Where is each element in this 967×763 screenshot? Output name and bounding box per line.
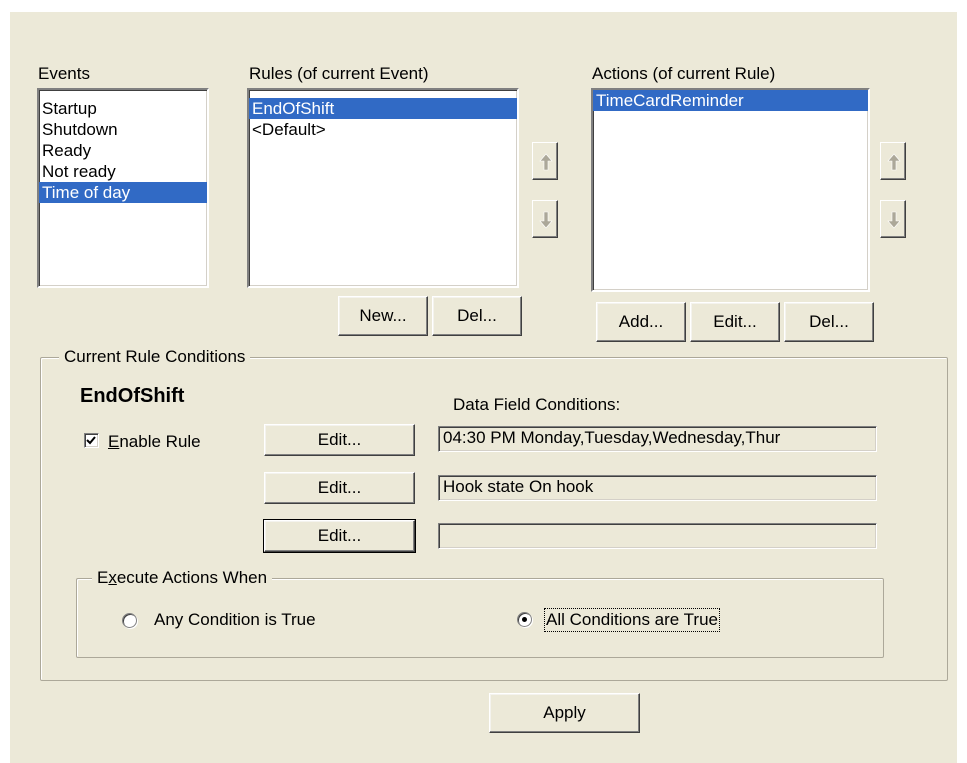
checkmark-icon	[86, 436, 96, 445]
condition-edit-label-3: Edit...	[317, 526, 362, 545]
rule-del-button[interactable]: Del...	[432, 296, 522, 336]
rules-item-endofshift[interactable]: EndOfShift	[249, 98, 517, 119]
enable-rule-checkbox[interactable]	[84, 433, 99, 448]
actions-item-timecardreminder[interactable]: TimeCardReminder	[593, 90, 868, 111]
rule-new-button[interactable]: New...	[338, 296, 428, 336]
execute-actions-label: Execute Actions When	[92, 568, 273, 588]
arrow-up-icon	[887, 153, 901, 171]
any-condition-label[interactable]: Any Condition is True	[154, 610, 316, 630]
rules-item-default[interactable]: <Default>	[249, 119, 517, 140]
action-del-button[interactable]: Del...	[784, 302, 874, 342]
action-move-up-button[interactable]	[880, 142, 906, 180]
rule-del-label: Del...	[457, 306, 497, 325]
apply-label: Apply	[543, 703, 586, 722]
enable-rule-label[interactable]: Enable Rule	[108, 432, 201, 452]
actions-label: Actions (of current Rule)	[592, 64, 776, 83]
events-label: Events	[38, 64, 90, 83]
action-edit-button[interactable]: Edit...	[690, 302, 780, 342]
all-conditions-label[interactable]: All Conditions are True	[544, 608, 720, 632]
execute-label-rest: ecute Actions When	[116, 568, 268, 587]
current-rule-conditions-label: Current Rule Conditions	[59, 347, 251, 367]
arrow-up-icon	[539, 153, 553, 171]
rules-dialog: Events Startup Shutdown Ready Not ready …	[10, 12, 957, 763]
events-item-startup[interactable]: Startup	[39, 98, 207, 119]
rule-move-down-button[interactable]	[532, 200, 558, 238]
action-edit-label: Edit...	[713, 312, 757, 331]
rule-new-label: New...	[359, 306, 407, 325]
action-del-label: Del...	[809, 312, 849, 331]
enable-rule-text: nable Rule	[119, 432, 201, 451]
data-field-conditions-label: Data Field Conditions:	[453, 395, 621, 414]
events-item-shutdown[interactable]: Shutdown	[39, 119, 207, 140]
events-item-ready[interactable]: Ready	[39, 140, 207, 161]
condition-value-field-1[interactable]: 04:30 PM Monday,Tuesday,Wednesday,Thur	[438, 426, 877, 452]
execute-label-accel: x	[108, 568, 117, 587]
enable-rule-accel: E	[108, 432, 120, 451]
arrow-down-icon	[539, 211, 553, 229]
apply-button[interactable]: Apply	[489, 693, 640, 733]
condition-value-field-3[interactable]	[438, 523, 877, 549]
events-item-not-ready[interactable]: Not ready	[39, 161, 207, 182]
rules-list[interactable]: EndOfShift <Default>	[247, 88, 519, 288]
condition-edit-label-1: Edit...	[317, 430, 362, 449]
events-item-time-of-day[interactable]: Time of day	[39, 182, 207, 203]
current-rule-name: EndOfShift	[80, 385, 185, 407]
rule-move-up-button[interactable]	[532, 142, 558, 180]
condition-value-field-2[interactable]: Hook state On hook	[438, 475, 877, 501]
all-conditions-radio[interactable]	[517, 612, 532, 627]
events-list[interactable]: Startup Shutdown Ready Not ready Time of…	[37, 88, 209, 288]
action-add-button[interactable]: Add...	[596, 302, 686, 342]
condition-edit-button-1[interactable]: Edit...	[264, 424, 415, 456]
condition-edit-label-2: Edit...	[317, 478, 362, 497]
rules-label: Rules (of current Event)	[249, 64, 429, 83]
condition-edit-button-2[interactable]: Edit...	[264, 472, 415, 504]
radio-dot-icon	[522, 617, 527, 622]
actions-list[interactable]: TimeCardReminder	[591, 88, 870, 292]
action-move-down-button[interactable]	[880, 200, 906, 238]
action-add-label: Add...	[618, 312, 664, 331]
any-condition-radio[interactable]	[122, 613, 137, 628]
arrow-down-icon	[887, 211, 901, 229]
execute-label-prefix: E	[97, 568, 109, 587]
condition-edit-button-3[interactable]: Edit...	[263, 519, 416, 553]
